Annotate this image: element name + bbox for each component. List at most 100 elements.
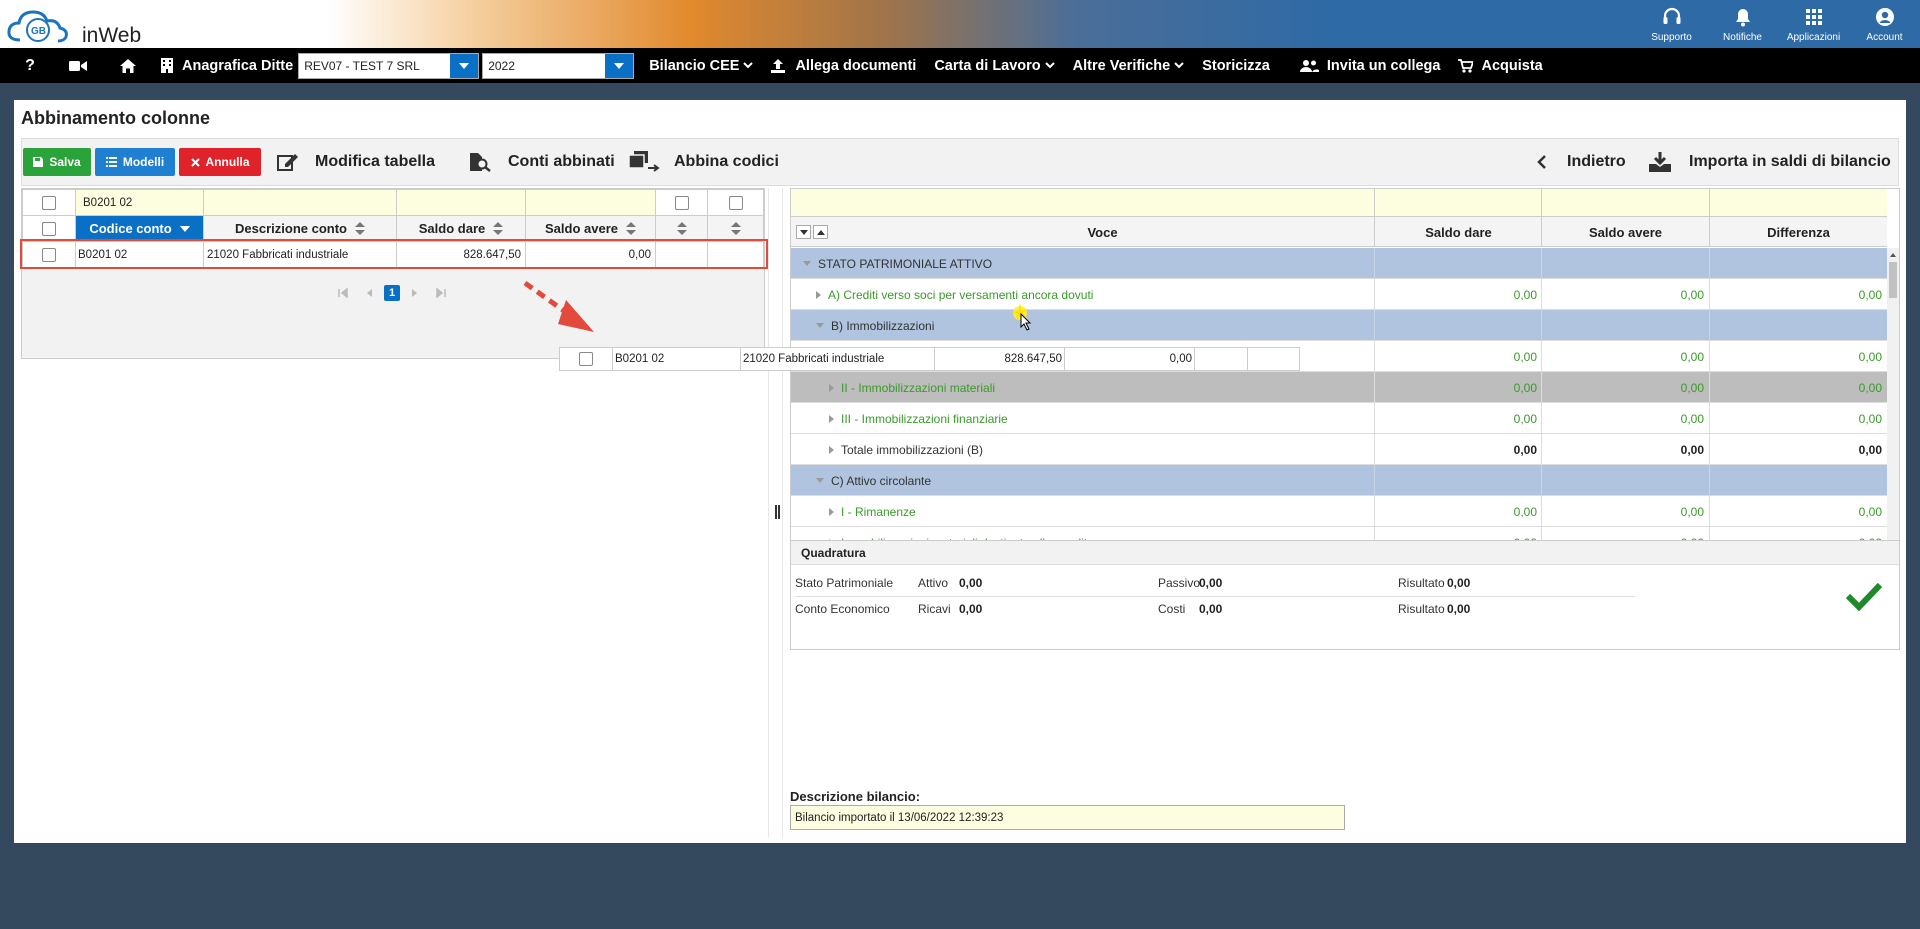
year-select[interactable]: 2022 xyxy=(482,52,635,79)
current-page[interactable]: 1 xyxy=(384,285,400,301)
col5-header[interactable] xyxy=(655,215,708,242)
tree-row-label: II - Immobilizzazioni materiali xyxy=(841,380,996,395)
expanded-caret-icon[interactable] xyxy=(816,323,824,328)
select-all-checkbox[interactable] xyxy=(42,221,56,236)
tree-row-label-wrap: III - Immobilizzazioni finanziarie xyxy=(829,403,1008,434)
risultato-sp-label: Risultato xyxy=(1398,576,1445,590)
help-button[interactable]: ? xyxy=(14,48,46,83)
storicizza-menu[interactable]: Storicizza xyxy=(1193,48,1279,83)
modify-table-button[interactable]: Modifica tabella xyxy=(277,139,435,185)
scrollbar-thumb[interactable] xyxy=(1889,262,1897,298)
anagrafica-ditte-menu[interactable]: Anagrafica Ditte xyxy=(152,48,302,83)
collapsed-caret-icon[interactable] xyxy=(829,445,834,454)
notifications-button[interactable]: Notifiche xyxy=(1707,0,1778,48)
last-page-icon[interactable] xyxy=(436,288,446,298)
filter-checkbox[interactable] xyxy=(42,195,56,210)
pager: 1 xyxy=(338,285,446,301)
col6-filter-checkbox[interactable] xyxy=(728,195,743,210)
descrizione-bilancio-input[interactable]: Bilancio importato il 13/06/2022 12:39:2… xyxy=(790,805,1345,830)
apps-button[interactable]: Applicazioni xyxy=(1778,0,1849,48)
expanded-caret-icon[interactable] xyxy=(803,261,811,266)
codice-conto-header[interactable]: Codice conto xyxy=(75,215,204,242)
support-button[interactable]: Supporto xyxy=(1636,0,1707,48)
quadratura-box: Quadratura Stato Patrimoniale Attivo 0,0… xyxy=(790,540,1900,650)
next-page-icon[interactable] xyxy=(410,288,420,298)
tree-row-saldo-dare: 0,00 xyxy=(1513,349,1537,364)
dragged-row-ghost[interactable]: B0201 02 21020 Fabbricati industriale 82… xyxy=(559,347,1300,371)
matched-accounts-button[interactable]: Conti abbinati xyxy=(468,139,615,185)
cancel-button[interactable]: Annulla xyxy=(179,148,261,176)
altre-verifiche-menu[interactable]: Altre Verifiche xyxy=(1064,48,1194,83)
storicizza-label: Storicizza xyxy=(1202,57,1270,74)
invita-collega-menu[interactable]: Invita un collega xyxy=(1291,48,1450,83)
voce-header[interactable]: Voce xyxy=(831,217,1374,247)
home-button[interactable] xyxy=(112,48,144,83)
splitter-line xyxy=(768,188,769,838)
users-icon xyxy=(1299,60,1319,72)
import-balances-button[interactable]: Importa in saldi di bilancio xyxy=(1649,139,1891,185)
expand-all-button[interactable] xyxy=(813,225,828,239)
col6-header[interactable] xyxy=(707,215,764,242)
column-divider xyxy=(1541,496,1542,527)
avere-filter-input[interactable] xyxy=(525,189,656,216)
prev-page-icon[interactable] xyxy=(364,288,374,298)
bilancio-cee-label: Bilancio CEE xyxy=(649,57,740,74)
year-dropdown-icon[interactable] xyxy=(605,53,634,78)
tree-row-differenza: 0,00 xyxy=(1858,442,1882,457)
company-dropdown-icon[interactable] xyxy=(450,53,479,78)
models-button[interactable]: Modelli xyxy=(95,148,175,176)
app-logo[interactable]: GB inWeb xyxy=(6,4,146,47)
col5-filter-checkbox[interactable] xyxy=(674,195,689,210)
acquista-menu[interactable]: Acquista xyxy=(1449,48,1551,83)
differenza-header[interactable]: Differenza xyxy=(1709,217,1887,247)
descrizione-conto-header[interactable]: Descrizione conto xyxy=(203,215,397,242)
collapsed-caret-icon[interactable] xyxy=(829,383,834,392)
saldo-avere-col-header[interactable]: Saldo avere xyxy=(1541,217,1709,247)
column-divider xyxy=(1709,496,1710,527)
carta-di-lavoro-menu[interactable]: Carta di Lavoro xyxy=(925,48,1063,83)
tree-row[interactable]: III - Immobilizzazioni finanziarie 0,00 0,… xyxy=(791,403,1887,434)
costi-label: Costi xyxy=(1158,602,1186,616)
ghost-saldo-dare: 828.647,50 xyxy=(935,348,1065,370)
target-filter-row xyxy=(791,189,1887,217)
page-title: Abbinamento colonne xyxy=(21,108,210,128)
invita-collega-label: Invita un collega xyxy=(1326,57,1441,74)
close-icon xyxy=(190,157,200,167)
collapsed-caret-icon[interactable] xyxy=(816,290,821,299)
tree-row[interactable]: A) Crediti verso soci per versamenti anc… xyxy=(791,279,1887,310)
dare-filter-input[interactable] xyxy=(396,189,526,216)
expanded-caret-icon[interactable] xyxy=(816,478,824,483)
account-button[interactable]: Account xyxy=(1849,0,1920,48)
splitter-handle[interactable] xyxy=(775,505,780,519)
modify-table-label: Modifica tabella xyxy=(315,153,436,170)
collapse-all-button[interactable] xyxy=(796,225,811,239)
code-filter-input[interactable]: B0201 02 xyxy=(75,189,204,216)
collapsed-caret-icon[interactable] xyxy=(829,414,834,423)
allega-documenti-menu[interactable]: Allega documenti xyxy=(762,48,925,83)
tree-row-label-wrap: A) Crediti verso soci per versamenti anc… xyxy=(816,279,1093,310)
desc-filter-input[interactable] xyxy=(203,189,397,216)
bilancio-cee-menu[interactable]: Bilancio CEE xyxy=(640,48,762,83)
saldo-dare-col-header[interactable]: Saldo dare xyxy=(1374,217,1542,247)
caret-down-icon xyxy=(799,229,808,235)
collapsed-caret-icon[interactable] xyxy=(829,507,834,516)
saldo-dare-header[interactable]: Saldo dare xyxy=(396,215,526,242)
save-button[interactable]: Salva xyxy=(23,148,91,176)
company-select[interactable]: REV07 - TEST 7 SRL xyxy=(298,52,480,79)
copy-arrow-icon xyxy=(628,151,660,172)
column-divider xyxy=(1709,403,1710,434)
tree-row[interactable]: II - Immobilizzazioni materiali 0,00 0,00 0… xyxy=(791,372,1887,403)
tree-row[interactable]: STATO PATRIMONIALE ATTIVO xyxy=(791,248,1887,279)
select-all-header xyxy=(22,215,76,242)
video-button[interactable] xyxy=(62,48,94,83)
saldo-avere-header[interactable]: Saldo avere xyxy=(525,215,656,242)
tree-row[interactable]: I - Rimanenze 0,00 0,00 0,00 xyxy=(791,496,1887,527)
first-page-icon[interactable] xyxy=(338,288,348,298)
tree-row[interactable]: Totale immobilizzazioni (B) 0,00 0,00 0,00 xyxy=(791,434,1887,465)
quadratura-title: Quadratura xyxy=(791,541,1899,565)
tree-row[interactable]: B) Immobilizzazioni xyxy=(791,310,1887,341)
match-codes-button[interactable]: Abbina codici xyxy=(628,139,779,185)
scroll-up-icon[interactable] xyxy=(1887,250,1899,260)
back-button[interactable]: Indietro xyxy=(1537,139,1626,185)
tree-row[interactable]: C) Attivo circolante xyxy=(791,465,1887,496)
